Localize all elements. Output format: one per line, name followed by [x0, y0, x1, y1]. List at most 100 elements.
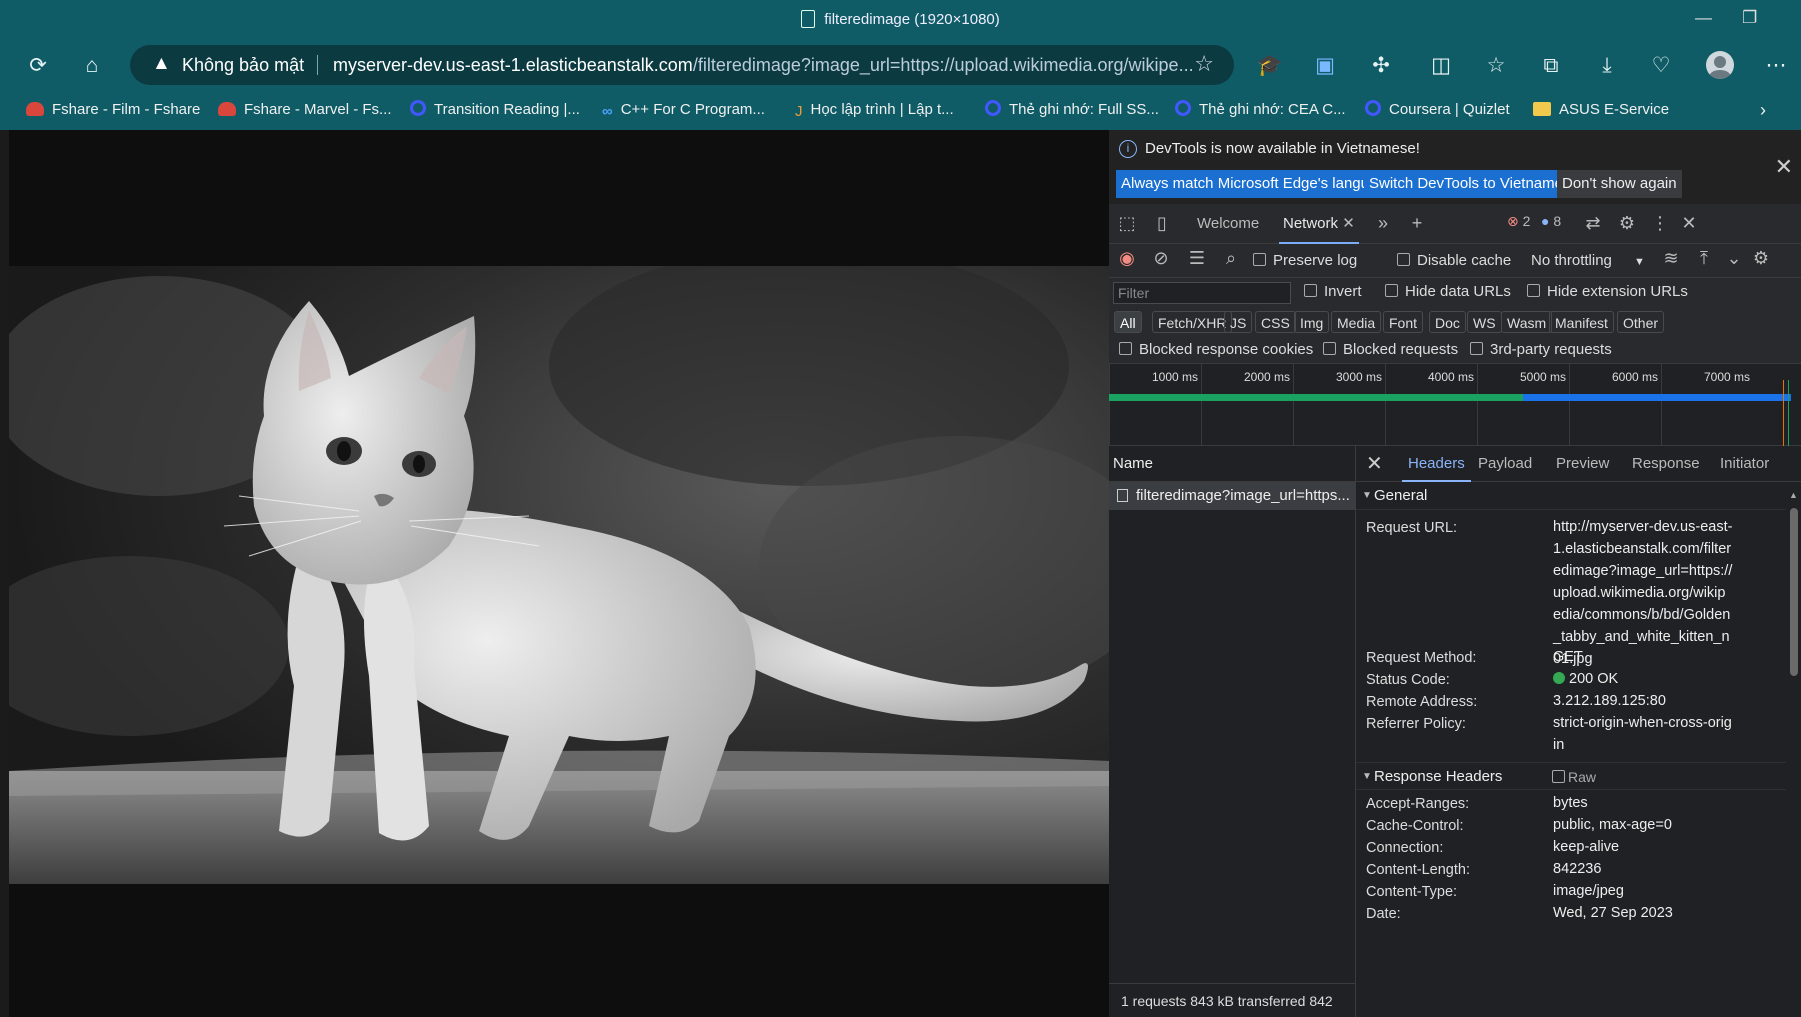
tab-network[interactable]: Network ✕ — [1279, 204, 1359, 244]
split-screen-icon[interactable]: ◫ — [1427, 52, 1455, 80]
devtools-panel: i DevTools is now available in Vietnames… — [1109, 130, 1801, 1017]
filter-input[interactable]: Filter — [1113, 282, 1291, 304]
fshare-icon — [26, 102, 44, 116]
settings-gear-icon[interactable]: ⚙ — [1615, 213, 1639, 234]
type-filter-all[interactable]: All — [1114, 311, 1142, 333]
raw-toggle[interactable]: Raw — [1552, 763, 1596, 791]
bookmark-item[interactable]: Thẻ ghi nhớ: CEA C... — [1175, 95, 1346, 125]
network-settings-icon[interactable]: ⚙ — [1749, 248, 1773, 269]
extension-hat-icon[interactable]: 🎓 — [1256, 52, 1284, 80]
bookmark-item[interactable]: Fshare - Marvel - Fs... — [218, 95, 392, 125]
type-filter-doc[interactable]: Doc — [1429, 311, 1466, 333]
type-filter-img[interactable]: Img — [1294, 311, 1330, 333]
bookmark-item[interactable]: ∞ C++ For C Program... — [602, 95, 765, 125]
header-value: bytes — [1553, 795, 1588, 811]
url-text[interactable]: myserver-dev.us-east-1.elasticbeanstalk.… — [333, 55, 1194, 76]
bookmark-item[interactable]: ASUS E-Service — [1533, 95, 1669, 125]
customize-menu-icon[interactable]: ⋮ — [1648, 213, 1672, 234]
blocked-requests-checkbox[interactable]: Blocked requests — [1323, 341, 1458, 358]
favorite-star-icon[interactable]: ☆ — [1194, 51, 1214, 77]
bookmark-item[interactable]: Fshare - Film - Fshare — [26, 95, 200, 125]
close-devtools-icon[interactable]: ✕ — [1677, 213, 1701, 234]
import-har-icon[interactable]: ⤒ — [1692, 248, 1716, 269]
scroll-up-icon[interactable]: ▲ — [1789, 490, 1798, 500]
tab-payload[interactable]: Payload — [1478, 446, 1532, 482]
home-icon[interactable]: ⌂ — [78, 52, 106, 80]
add-tab-icon[interactable]: + — [1405, 213, 1429, 234]
quizlet-icon — [985, 100, 1001, 116]
type-filter-wasm[interactable]: Wasm — [1501, 311, 1553, 333]
collections-icon[interactable]: ⧉ — [1537, 52, 1565, 80]
type-filter-js[interactable]: JS — [1224, 311, 1253, 333]
network-conditions-icon[interactable]: ⇄ — [1581, 213, 1605, 234]
header-key: Referrer Policy: — [1366, 716, 1466, 732]
bookmark-item[interactable]: Thẻ ghi nhớ: Full SS... — [985, 95, 1159, 125]
filter-toggle-icon[interactable]: ☰ — [1185, 248, 1209, 269]
page-left-edge — [0, 130, 9, 1017]
close-details-icon[interactable]: ✕ — [1366, 446, 1383, 482]
extensions-puzzle-icon[interactable]: ✣ — [1367, 52, 1395, 80]
minimize-button[interactable]: — — [1695, 8, 1712, 28]
preserve-log-checkbox[interactable]: Preserve log — [1253, 252, 1357, 269]
disable-cache-checkbox[interactable]: Disable cache — [1397, 252, 1511, 269]
type-filter-other[interactable]: Other — [1617, 311, 1665, 333]
type-filter-css[interactable]: CSS — [1255, 311, 1296, 333]
bookmark-item[interactable]: Coursera | Quizlet — [1365, 95, 1510, 125]
search-icon[interactable]: ⌕ — [1219, 248, 1243, 269]
clear-icon[interactable]: ⊘ — [1149, 248, 1173, 269]
more-menu-icon[interactable]: ⋯ — [1762, 52, 1790, 80]
response-headers-section-header[interactable]: ▼ Response Headers Raw — [1356, 762, 1786, 790]
profile-avatar[interactable] — [1706, 51, 1734, 79]
invert-checkbox[interactable]: Invert — [1304, 283, 1362, 300]
scrollbar-thumb[interactable] — [1790, 508, 1798, 676]
hide-extension-urls-checkbox[interactable]: Hide extension URLs — [1527, 283, 1688, 300]
tab-response[interactable]: Response — [1632, 446, 1700, 482]
third-party-checkbox[interactable]: 3rd-party requests — [1470, 341, 1612, 358]
network-timeline[interactable]: 1000 ms 2000 ms 3000 ms 4000 ms 5000 ms … — [1109, 364, 1801, 446]
type-filter-fetch-xhr[interactable]: Fetch/XHR — [1152, 311, 1233, 333]
messages-badge[interactable]: ● 8 — [1541, 213, 1561, 229]
header-value: keep-alive — [1553, 839, 1620, 855]
close-tab-icon[interactable]: ✕ — [1342, 215, 1355, 232]
device-emulation-icon[interactable]: ▯ — [1150, 213, 1174, 234]
general-section-header[interactable]: ▼ General — [1356, 482, 1786, 510]
blocked-cookies-checkbox[interactable]: Blocked response cookies — [1119, 341, 1313, 358]
request-row[interactable]: filteredimage?image_url=https... — [1109, 482, 1356, 510]
hide-data-urls-checkbox[interactable]: Hide data URLs — [1385, 283, 1511, 300]
bookmark-item[interactable]: J Học lập trình | Lập t... — [795, 95, 954, 125]
bookmark-item[interactable]: Transition Reading |... — [410, 95, 580, 125]
tab-headers[interactable]: Headers — [1402, 446, 1471, 482]
type-filter-media[interactable]: Media — [1331, 311, 1382, 333]
tab-welcome[interactable]: Welcome — [1197, 204, 1259, 244]
tab-preview[interactable]: Preview — [1556, 446, 1609, 482]
security-label[interactable]: Không bảo mật — [182, 55, 304, 76]
type-filter-ws[interactable]: WS — [1467, 311, 1502, 333]
address-bar[interactable]: ▲ Không bảo mật myserver-dev.us-east-1.e… — [130, 45, 1234, 85]
favorites-icon[interactable]: ☆ — [1482, 52, 1510, 80]
warning-icon[interactable]: ▲ — [152, 53, 171, 75]
export-har-icon[interactable]: ⌄ — [1722, 248, 1746, 269]
type-filter-font[interactable]: Font — [1383, 311, 1424, 333]
dont-show-again-button[interactable]: Don't show again — [1557, 170, 1682, 198]
switch-vietnamese-button[interactable]: Switch DevTools to Vietnamese — [1364, 170, 1584, 198]
record-icon[interactable]: ◉ — [1115, 248, 1139, 269]
type-filter-manifest[interactable]: Manifest — [1549, 311, 1614, 333]
online-status-icon[interactable]: ≋ — [1659, 248, 1683, 269]
performance-icon[interactable]: ♡ — [1647, 52, 1675, 80]
more-tabs-icon[interactable]: » — [1371, 213, 1395, 234]
downloads-icon[interactable]: ⤓ — [1593, 52, 1621, 80]
throttling-select[interactable]: No throttling ▼ — [1531, 252, 1645, 269]
tab-initiator[interactable]: Initiator — [1720, 446, 1769, 482]
banner-close-icon[interactable]: ✕ — [1775, 154, 1793, 180]
extension-card-icon[interactable]: ▣ — [1311, 52, 1339, 80]
chevron-right-icon[interactable]: › — [1760, 95, 1766, 125]
refresh-icon[interactable]: ⟳ — [24, 52, 52, 80]
inspect-element-icon[interactable]: ⬚ — [1115, 213, 1139, 234]
maximize-button[interactable]: ❐ — [1742, 8, 1757, 28]
name-column-header[interactable]: Name — [1109, 446, 1356, 482]
errors-badge[interactable]: ⊗ 2 — [1507, 213, 1530, 230]
details-scrollbar[interactable]: ▲ — [1789, 490, 1798, 1017]
match-language-button[interactable]: Always match Microsoft Edge's language — [1116, 170, 1399, 198]
request-method-value: GET — [1553, 649, 1583, 665]
dom-content-marker — [1788, 380, 1789, 446]
